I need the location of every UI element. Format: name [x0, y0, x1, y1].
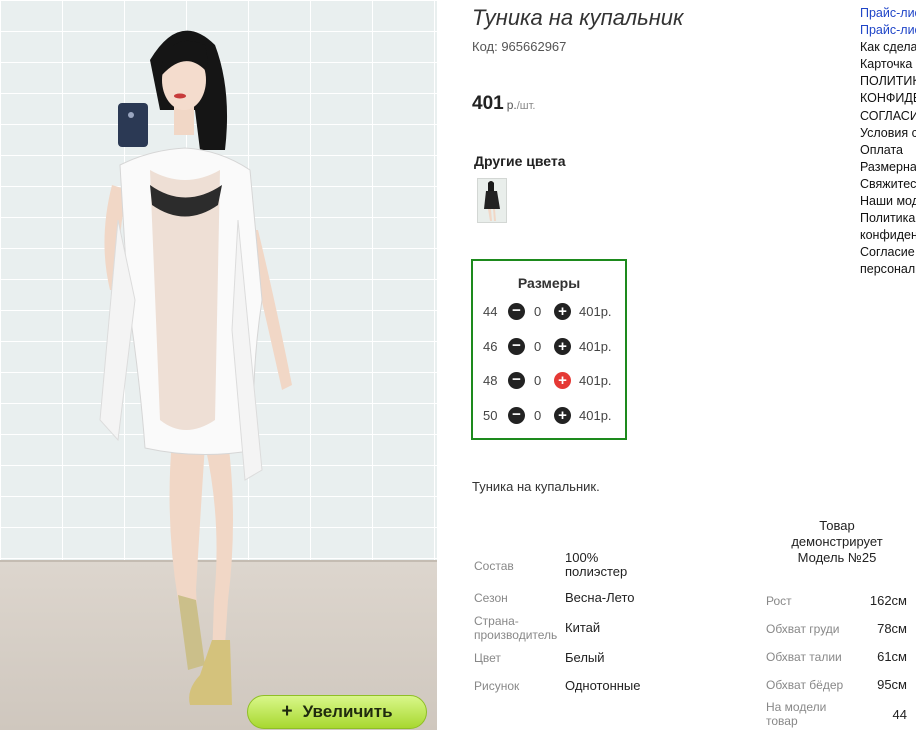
thumbnail-image: [478, 179, 506, 222]
size-price: 401р.: [579, 373, 612, 388]
attribute-label: Состав: [474, 559, 514, 573]
size-row: 50 − 0 + 401р.: [473, 406, 625, 426]
measurement-value: 78см: [877, 621, 907, 636]
product-code: Код: 965662967: [472, 39, 567, 54]
attribute-label: Страна-производитель: [474, 614, 558, 642]
side-link-price-list-2[interactable]: Прайс-лист: [860, 22, 916, 39]
size-row: 46 − 0 + 401р.: [473, 337, 625, 357]
price-unit: /шт.: [516, 100, 536, 112]
side-link-privacy-2[interactable]: конфиденциальности: [860, 227, 916, 244]
price-value: 401: [472, 93, 504, 114]
measurement-label: Обхват бёдер: [766, 678, 844, 692]
size-quantity: 0: [534, 408, 542, 423]
attribute-label: Цвет: [474, 651, 501, 665]
plus-icon[interactable]: +: [554, 338, 571, 355]
measurement-label: Обхват талии: [766, 650, 842, 664]
minus-icon[interactable]: −: [508, 303, 525, 320]
minus-icon[interactable]: −: [508, 407, 525, 424]
product-description: Туника на купальник.: [472, 479, 600, 494]
attribute-label: Сезон: [474, 591, 508, 605]
plus-icon[interactable]: +: [554, 303, 571, 320]
attribute-value: Однотонные: [565, 678, 641, 693]
side-link-confidentiality[interactable]: КОНФИДЕНЦИАЛЬНОСТИ: [860, 90, 916, 107]
side-menu: Прайс-лист Прайс-лист Как сделать заказ …: [860, 5, 916, 279]
side-link-payment[interactable]: Оплата: [860, 142, 916, 159]
minus-icon[interactable]: −: [508, 338, 525, 355]
model-heading: Товар демонстрирует Модель №25: [791, 518, 883, 565]
size-quantity: 0: [534, 373, 542, 388]
size-price: 401р.: [579, 408, 612, 423]
size-label: 46: [483, 339, 498, 354]
size-label: 48: [483, 373, 498, 388]
attribute-label: Рисунок: [474, 679, 520, 693]
side-link-privacy[interactable]: Политика: [860, 210, 916, 227]
size-price: 401р.: [579, 339, 612, 354]
zoom-button-label: Увеличить: [302, 702, 393, 721]
sizes-panel: Размеры 44 − 0 + 401р. 46 − 0 + 401р. 48…: [471, 259, 627, 440]
side-link-size-chart[interactable]: Размерная сетка: [860, 159, 916, 176]
minus-icon[interactable]: −: [508, 372, 525, 389]
side-link-terms[interactable]: Условия сотрудничества: [860, 125, 916, 142]
side-link-consent[interactable]: СОГЛАСИЕ: [860, 108, 916, 125]
other-colors-heading: Другие цвета: [474, 153, 566, 169]
color-variant-thumbnail[interactable]: [477, 178, 507, 223]
attribute-value: Китай: [565, 620, 601, 635]
plus-icon: +: [281, 701, 293, 722]
attribute-value: Весна-Лето: [565, 590, 635, 605]
product-photo[interactable]: + Увеличить: [0, 0, 437, 730]
side-link-how-to-order[interactable]: Как сделать заказ: [860, 39, 916, 56]
size-label: 44: [483, 304, 498, 319]
size-price: 401р.: [579, 304, 612, 319]
size-row: 44 − 0 + 401р.: [473, 302, 625, 322]
size-quantity: 0: [534, 339, 542, 354]
measurement-value: 61см: [877, 649, 907, 664]
measurement-value: 95см: [877, 677, 907, 692]
sizes-title: Размеры: [517, 275, 581, 291]
product-price: 401 р./шт.: [472, 93, 535, 115]
size-quantity: 0: [534, 304, 542, 319]
attribute-value: Белый: [565, 650, 605, 665]
side-link-contact[interactable]: Свяжитесь с нами: [860, 176, 916, 193]
zoom-button[interactable]: + Увеличить: [247, 695, 427, 729]
size-label: 50: [483, 408, 498, 423]
measurement-value: 162см: [869, 593, 907, 608]
price-currency: р.: [506, 98, 517, 112]
measurement-label: Обхват груди: [766, 622, 840, 636]
size-row: 48 − 0 + 401р.: [473, 371, 625, 391]
side-link-data-consent-2[interactable]: персональных данных: [860, 261, 916, 278]
side-link-data-consent[interactable]: Согласие на обработку: [860, 244, 916, 261]
plus-icon[interactable]: +: [554, 372, 571, 389]
measurement-label: Рост: [766, 594, 792, 608]
product-title: Туника на купальник: [472, 5, 684, 30]
model-figure: [99, 30, 292, 705]
side-link-policy[interactable]: ПОЛИТИКА: [860, 73, 916, 90]
side-link-our-models[interactable]: Наши модели: [860, 193, 916, 210]
side-link-card[interactable]: Карточка: [860, 56, 916, 73]
plus-icon[interactable]: +: [554, 407, 571, 424]
attribute-value: 100% полиэстер: [565, 550, 628, 579]
measurement-label: На модели товар: [766, 700, 827, 728]
side-link-price-list[interactable]: Прайс-лист: [860, 5, 916, 22]
measurement-value: 44: [892, 707, 907, 722]
